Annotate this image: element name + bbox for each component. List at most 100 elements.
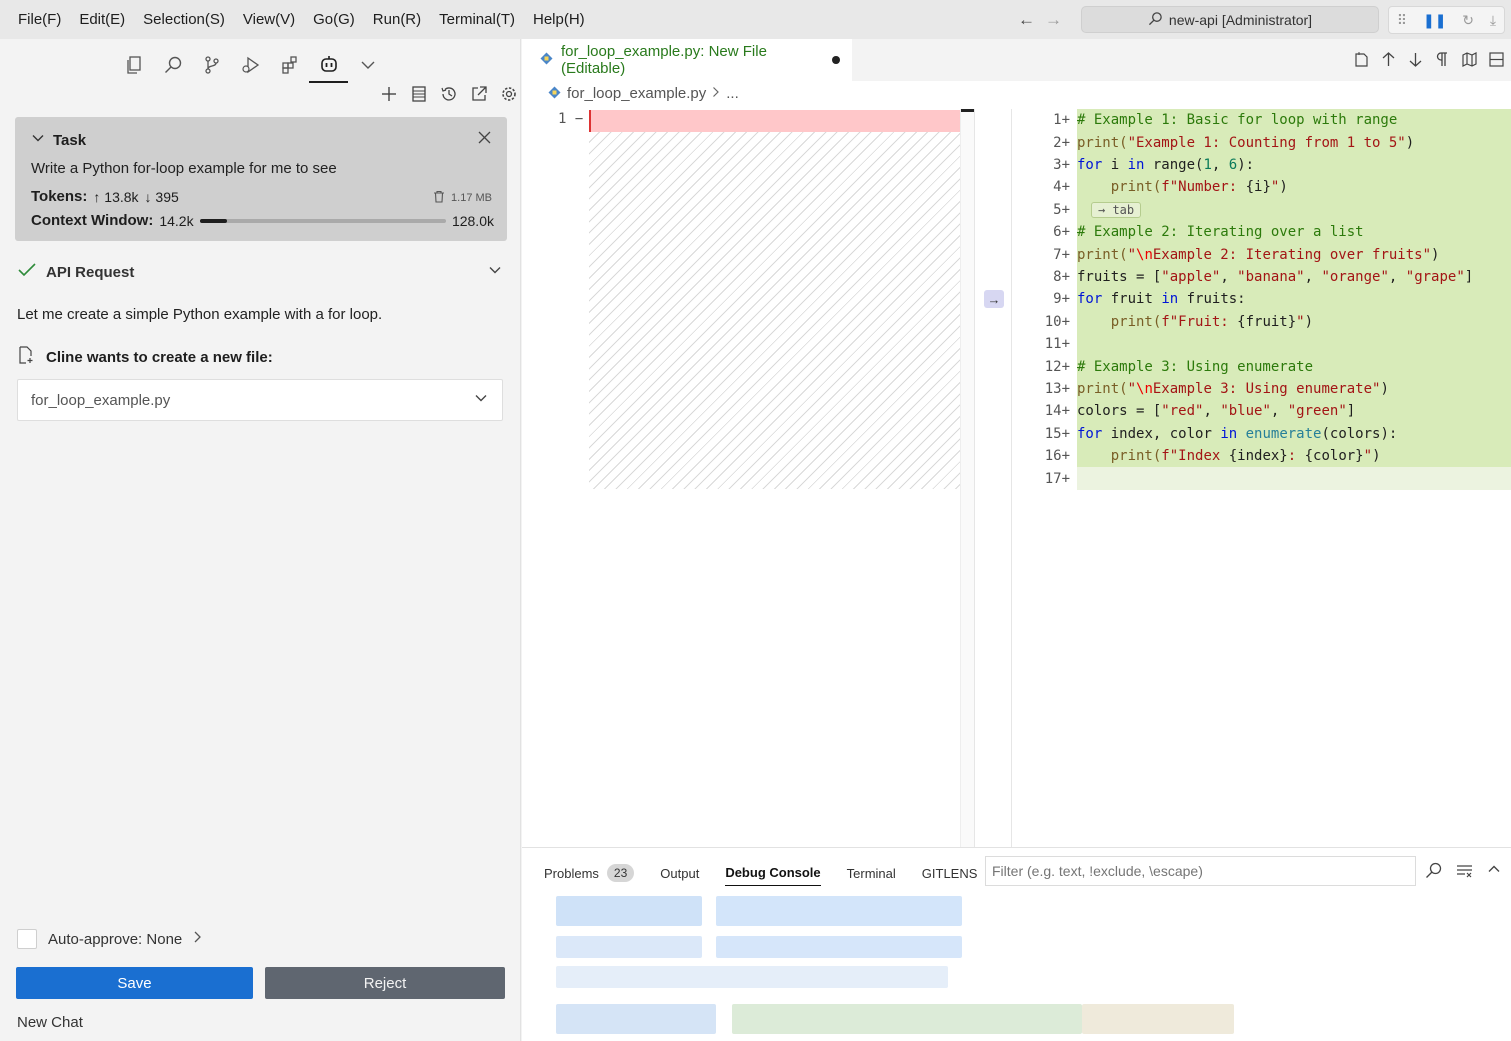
command-center-search[interactable]: new-api [Administrator]	[1081, 6, 1379, 33]
code-line: 5+ → tab	[1012, 198, 1511, 221]
file-dropdown-value: for_loop_example.py	[31, 391, 171, 409]
close-icon[interactable]	[478, 131, 491, 149]
explorer-icon[interactable]	[114, 47, 153, 83]
save-button[interactable]: Save	[16, 967, 253, 999]
tab-debug-console[interactable]: Debug Console	[725, 860, 821, 886]
line-number: 1+	[1053, 112, 1070, 129]
back-arrow-icon[interactable]: ←	[1018, 10, 1035, 30]
revert-arrow-icon[interactable]: →	[984, 290, 1004, 308]
code-line: 1+ # Example 1: Basic for loop with range	[1012, 109, 1511, 132]
extensions-icon[interactable]	[270, 47, 309, 83]
auto-approve-checkbox[interactable]	[17, 929, 37, 949]
arrow-up-icon[interactable]	[1380, 51, 1397, 73]
line-number: 11+	[1044, 336, 1070, 353]
tab-problems[interactable]: Problems 23	[544, 860, 635, 886]
editor-actions	[1353, 51, 1505, 73]
chevron-down-icon[interactable]	[474, 391, 488, 409]
context-label: Context Window:	[31, 212, 154, 229]
new-chat-link[interactable]: New Chat	[17, 1014, 83, 1031]
search-icon[interactable]	[153, 47, 192, 83]
auto-approve-row[interactable]: Auto-approve: None	[17, 929, 203, 949]
line-number: 12+	[1044, 358, 1070, 375]
menu-selection[interactable]: Selection(S)	[134, 0, 234, 39]
python-file-icon	[540, 52, 553, 68]
gear-icon[interactable]	[498, 83, 520, 105]
redacted-output	[732, 1004, 1082, 1034]
code-line: 13+ print("\nExample 3: Using enumerate")	[1012, 377, 1511, 401]
redacted-output	[716, 936, 962, 958]
code-line: 11+	[1012, 333, 1511, 356]
server-icon[interactable]	[408, 83, 430, 105]
code-line: 15+ for index, color in enumerate(colors)…	[1012, 422, 1511, 445]
open-changes-icon[interactable]	[1353, 51, 1370, 73]
chevron-down-icon[interactable]	[348, 47, 387, 83]
tab-completion-hint[interactable]: → tab	[1091, 201, 1142, 218]
chevron-up-icon[interactable]	[1487, 862, 1501, 884]
activity-bar	[114, 47, 387, 83]
redacted-output	[716, 896, 962, 926]
menu-view[interactable]: View(V)	[234, 0, 304, 39]
context-used: 14.2k	[159, 212, 194, 229]
menu-file[interactable]: File(F)	[0, 0, 70, 39]
debug-filter-input[interactable]	[985, 856, 1416, 886]
left-scrollbar[interactable]	[960, 109, 975, 847]
chevron-down-icon[interactable]	[488, 263, 502, 281]
removed-line-highlight	[589, 110, 973, 132]
command-center-text: new-api [Administrator]	[1168, 11, 1313, 28]
task-header[interactable]: Task	[31, 131, 86, 149]
pilcrow-icon[interactable]	[1434, 51, 1451, 73]
search-icon[interactable]	[1425, 862, 1442, 884]
task-text: Write a Python for-loop example for me t…	[31, 160, 337, 177]
trash-icon[interactable]	[433, 190, 445, 206]
tab-gitlens[interactable]: GITLENS	[922, 860, 978, 886]
line-number: 6+	[1053, 224, 1070, 241]
unsaved-dot-icon[interactable]	[832, 56, 840, 64]
menu-help[interactable]: Help(H)	[524, 0, 594, 39]
menu-edit[interactable]: Edit(E)	[70, 0, 134, 39]
redacted-output	[556, 966, 948, 988]
line-number: 13+	[1044, 380, 1070, 397]
history-icon[interactable]	[438, 83, 460, 105]
menu-terminal[interactable]: Terminal(T)	[430, 0, 524, 39]
tab-terminal[interactable]: Terminal	[847, 860, 896, 886]
line-number: 4+	[1053, 179, 1070, 196]
pause-icon[interactable]: ❚❚	[1423, 12, 1446, 29]
menu-bar: File(F) Edit(E) Selection(S) View(V) Go(…	[0, 0, 1511, 39]
forward-arrow-icon[interactable]: →	[1045, 10, 1062, 30]
split-editor-icon[interactable]	[1488, 51, 1505, 73]
restart-icon[interactable]: ↻	[1462, 12, 1474, 29]
line-number: 16+	[1044, 448, 1070, 465]
sidebar: Task Write a Python for-loop example for…	[0, 39, 521, 1041]
open-external-icon[interactable]	[468, 83, 490, 105]
left-line-number: 1 −	[558, 111, 583, 127]
arrow-down-icon[interactable]	[1407, 51, 1424, 73]
clear-console-icon[interactable]	[1456, 862, 1473, 884]
line-number: 2+	[1053, 134, 1070, 151]
redacted-output	[556, 936, 702, 958]
editor-tab[interactable]: for_loop_example.py: New File (Editable)	[522, 39, 852, 81]
source-control-icon[interactable]	[192, 47, 231, 83]
chevron-right-icon	[712, 85, 720, 102]
drag-grip-icon[interactable]: ⠿	[1397, 12, 1407, 29]
api-request-row[interactable]: API Request	[18, 263, 502, 281]
tab-output[interactable]: Output	[660, 860, 699, 886]
chevron-right-icon[interactable]	[193, 930, 203, 948]
reject-button[interactable]: Reject	[265, 967, 505, 999]
navigation-arrows: ← →	[1018, 0, 1062, 39]
menu-run[interactable]: Run(R)	[364, 0, 430, 39]
cline-robot-icon[interactable]	[309, 47, 348, 83]
plus-icon[interactable]	[378, 83, 400, 105]
original-pane[interactable]: 1 −	[522, 109, 975, 847]
file-dropdown[interactable]: for_loop_example.py	[17, 379, 503, 421]
run-debug-icon[interactable]	[231, 47, 270, 83]
breadcrumb-more[interactable]: ...	[726, 85, 739, 102]
menu-go[interactable]: Go(G)	[304, 0, 364, 39]
map-icon[interactable]	[1461, 51, 1478, 73]
chevron-down-icon[interactable]	[31, 131, 45, 149]
removed-marker: −	[574, 111, 584, 127]
step-into-icon[interactable]: ⤓	[1490, 12, 1496, 29]
auto-approve-label: Auto-approve: None	[48, 930, 183, 948]
modified-pane[interactable]: 1+ # Example 1: Basic for loop with range…	[1012, 109, 1511, 847]
code-line: 6+ # Example 2: Iterating over a list	[1012, 221, 1511, 244]
breadcrumb-file[interactable]: for_loop_example.py	[567, 85, 706, 102]
